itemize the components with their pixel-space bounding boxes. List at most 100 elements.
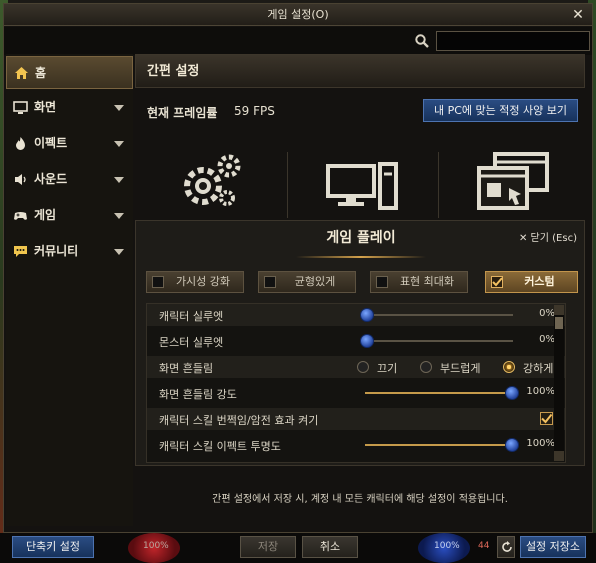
flame-icon bbox=[16, 137, 25, 150]
cancel-button[interactable]: 취소 bbox=[302, 536, 358, 558]
sidebar-item-community[interactable]: 커뮤니티 bbox=[6, 235, 133, 268]
tab-label: 균형있게 bbox=[294, 275, 336, 288]
radio-label: 강하게 bbox=[523, 362, 554, 375]
scroll-down-arrow[interactable] bbox=[554, 451, 564, 461]
slider-track[interactable] bbox=[365, 314, 513, 316]
window-title: 게임 설정(O) bbox=[267, 8, 329, 21]
reset-button[interactable] bbox=[497, 536, 515, 558]
list-item: 캐릭터 스킬 번쩍임/암전 효과 켜기 bbox=[147, 408, 565, 430]
radio-off[interactable] bbox=[357, 361, 369, 373]
save-button[interactable]: 저장 bbox=[240, 536, 296, 558]
ui-window-icon bbox=[477, 152, 549, 210]
preset-tabs: 가시성 강화 균형있게 표현 최대화 커스텀 bbox=[146, 271, 578, 293]
slider-track[interactable] bbox=[365, 444, 513, 446]
preset-cards bbox=[135, 134, 585, 220]
tab-label: 가시성 강화 bbox=[175, 275, 231, 288]
gamepad-icon bbox=[14, 212, 27, 220]
scrollbar[interactable] bbox=[554, 305, 564, 461]
sidebar-item-effect[interactable]: 이펙트 bbox=[6, 127, 133, 160]
tab-label: 커스텀 bbox=[524, 275, 555, 288]
panel-close-button[interactable]: ✕ 닫기 (Esc) bbox=[519, 229, 577, 244]
sidebar-item-label: 게임 bbox=[34, 208, 57, 222]
setting-label: 캐릭터 실루엣 bbox=[159, 310, 224, 323]
title-bar[interactable]: 게임 설정(O) ✕ bbox=[4, 4, 592, 26]
list-item: 몬스터 실루엣 0% bbox=[147, 330, 565, 352]
sidebar-item-label: 홈 bbox=[35, 66, 47, 80]
skill-flash-checkbox[interactable] bbox=[540, 412, 553, 425]
save-notice: 간편 설정에서 저장 시, 계정 내 모든 캐릭터에 해당 설정이 적용됩니다. bbox=[212, 494, 508, 505]
monitor-icon bbox=[13, 101, 28, 114]
setting-label: 캐릭터 스킬 이펙트 투명도 bbox=[159, 440, 281, 453]
slider-knob[interactable] bbox=[505, 438, 519, 452]
search-input[interactable] bbox=[436, 31, 590, 51]
sidebar-item-game[interactable]: 게임 bbox=[6, 199, 133, 232]
slider-fill bbox=[365, 444, 513, 446]
gears-icon bbox=[184, 154, 241, 206]
mp-text: 100% bbox=[434, 541, 460, 551]
home-icon bbox=[15, 67, 28, 79]
tab-custom[interactable]: 커스텀 bbox=[485, 271, 578, 293]
computer-icon bbox=[326, 162, 398, 210]
chevron-down-icon[interactable] bbox=[114, 141, 124, 147]
page-title: 간편 설정 bbox=[147, 64, 200, 79]
list-item: 화면 흔들림 끄기 부드럽게 강하게 bbox=[147, 356, 565, 378]
list-item: 캐릭터 스킬 이펙트 투명도 100% bbox=[147, 434, 565, 456]
chevron-down-icon[interactable] bbox=[114, 213, 124, 219]
search-bar bbox=[4, 27, 592, 55]
slider-fill bbox=[365, 392, 513, 394]
setting-label: 화면 흔들림 강도 bbox=[159, 388, 237, 401]
preset-optimize[interactable] bbox=[135, 134, 280, 220]
title-underline bbox=[296, 256, 426, 258]
settings-storage-button[interactable]: 설정 저장소 bbox=[520, 536, 586, 558]
scroll-up-arrow[interactable] bbox=[554, 305, 564, 315]
setting-value: 0% bbox=[539, 334, 555, 345]
sidebar-item-home[interactable]: 홈 bbox=[6, 56, 133, 89]
slider-knob[interactable] bbox=[360, 334, 374, 348]
sidebar-item-label: 사운드 bbox=[34, 172, 68, 186]
search-icon[interactable] bbox=[414, 33, 430, 49]
fps-value: 59 FPS bbox=[234, 104, 275, 118]
sidebar-item-label: 커뮤니티 bbox=[34, 244, 79, 258]
slider-track[interactable] bbox=[365, 392, 513, 394]
radio-strong[interactable] bbox=[503, 361, 515, 373]
shortcut-settings-button[interactable]: 단축키 설정 bbox=[12, 536, 94, 558]
radio-label: 부드럽게 bbox=[440, 362, 481, 375]
tab-max-expression[interactable]: 표현 최대화 bbox=[370, 271, 468, 293]
checkmark-icon bbox=[541, 413, 553, 424]
tab-balanced[interactable]: 균형있게 bbox=[258, 271, 356, 293]
radio-smooth[interactable] bbox=[420, 361, 432, 373]
chevron-down-icon[interactable] bbox=[114, 249, 124, 255]
tab-visibility[interactable]: 가시성 강화 bbox=[146, 271, 244, 293]
gameplay-panel: 게임 플레이 ✕ 닫기 (Esc) 가시성 강화 균형있게 표현 최대화 커스텀… bbox=[135, 220, 585, 466]
setting-label: 캐릭터 스킬 번쩍임/암전 효과 켜기 bbox=[159, 414, 319, 427]
slider-knob[interactable] bbox=[505, 386, 519, 400]
list-item: 캐릭터 실루엣 0% bbox=[147, 304, 565, 326]
chevron-down-icon[interactable] bbox=[114, 105, 124, 111]
sidebar: 홈 화면 이펙트 사운드 게임 커뮤니티 bbox=[6, 54, 133, 526]
close-button[interactable]: ✕ bbox=[571, 4, 585, 26]
chat-icon bbox=[14, 246, 27, 257]
preset-gameplay[interactable] bbox=[288, 134, 433, 220]
refresh-icon bbox=[502, 541, 512, 552]
list-item: 화면 흔들림 강도 100% bbox=[147, 382, 565, 404]
recommended-spec-button[interactable]: 내 PC에 맞는 적정 사양 보기 bbox=[423, 99, 578, 122]
slider-knob[interactable] bbox=[360, 308, 374, 322]
fps-row: 현재 프레임률 59 FPS 내 PC에 맞는 적정 사양 보기 bbox=[135, 95, 585, 127]
sidebar-item-sound[interactable]: 사운드 bbox=[6, 163, 133, 196]
sidebar-item-screen[interactable]: 화면 bbox=[6, 91, 133, 124]
setting-value: 100% bbox=[526, 438, 555, 449]
sidebar-item-label: 화면 bbox=[34, 100, 57, 114]
setting-value: 100% bbox=[526, 386, 555, 397]
level-text: 44 bbox=[478, 541, 490, 551]
setting-value: 0% bbox=[539, 308, 555, 319]
slider-track[interactable] bbox=[365, 340, 513, 342]
hp-text: 100% bbox=[143, 541, 169, 551]
scroll-thumb[interactable] bbox=[555, 317, 563, 329]
radio-label: 끄기 bbox=[377, 362, 398, 375]
chevron-down-icon[interactable] bbox=[114, 177, 124, 183]
preset-ui[interactable] bbox=[439, 134, 584, 220]
speaker-icon bbox=[15, 174, 26, 185]
settings-list: 캐릭터 실루엣 0% 몬스터 실루엣 0% 화면 흔들림 끄기 부드럽게 강하게… bbox=[146, 303, 566, 463]
tab-label: 표현 최대화 bbox=[399, 275, 455, 288]
setting-label: 몬스터 실루엣 bbox=[159, 336, 224, 349]
